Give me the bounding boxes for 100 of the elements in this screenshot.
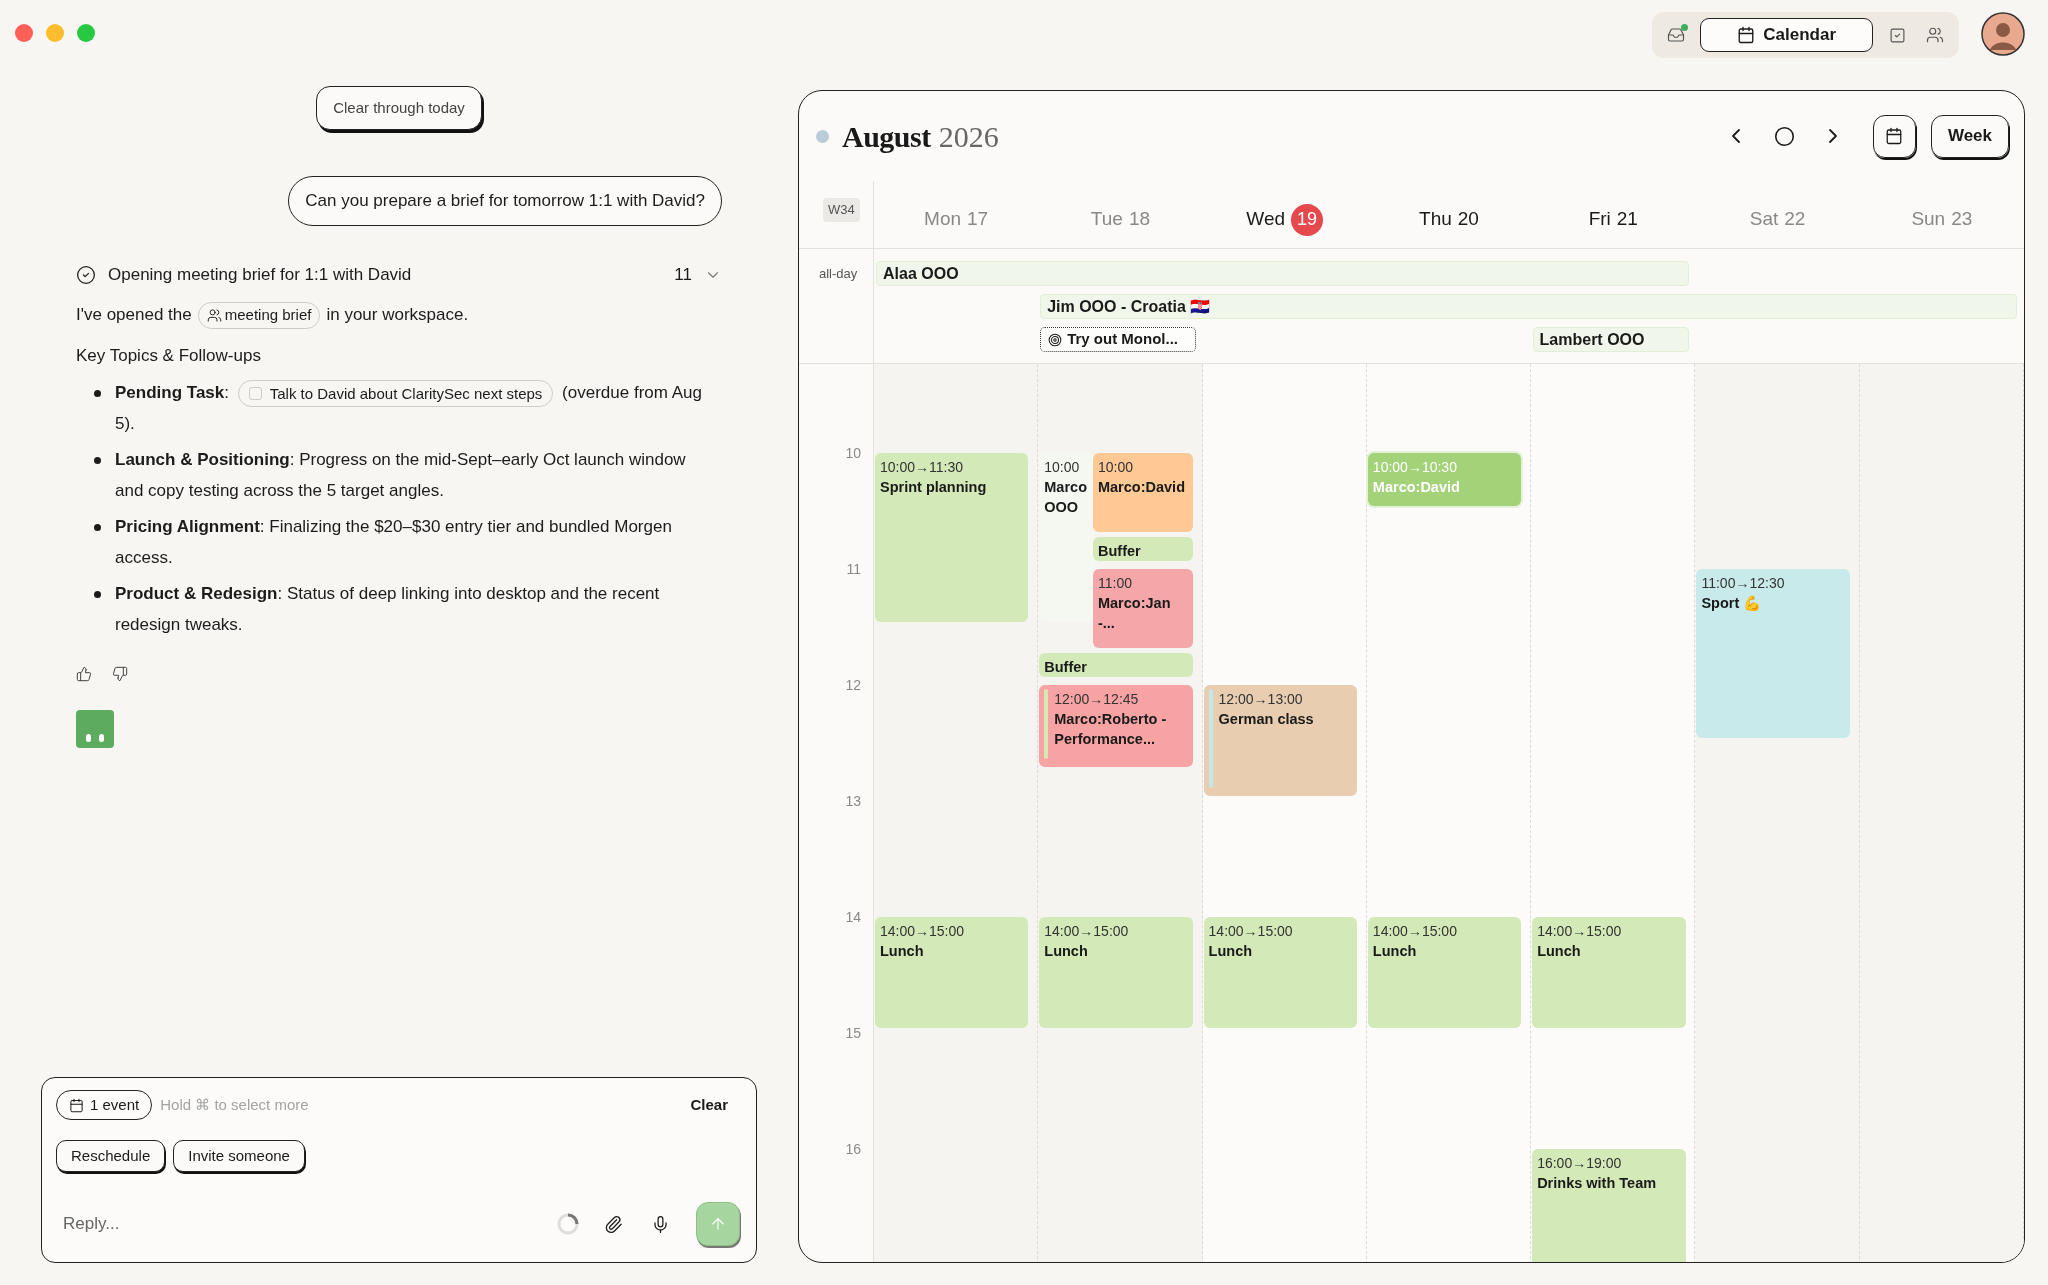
day-header[interactable]: Sun 23 xyxy=(1859,181,2024,248)
event-time: 14:00→15:00 xyxy=(1044,922,1129,941)
thumbs-up-icon[interactable] xyxy=(76,666,92,682)
bullet-icon xyxy=(94,591,101,598)
reply-text: I've opened the xyxy=(76,304,192,327)
date-picker-button[interactable] xyxy=(1872,114,1916,158)
event-title: Lunch xyxy=(880,942,925,961)
people-icon xyxy=(206,307,222,323)
event-title: Lunch xyxy=(1537,942,1582,961)
bullet-icon xyxy=(94,390,101,397)
event-title: Lunch xyxy=(1044,942,1089,961)
user-message: Can you prepare a brief for tomorrow 1:1 with David? xyxy=(288,176,722,226)
event-title: Buffer xyxy=(1044,657,1087,677)
calendar-icon xyxy=(1885,127,1904,145)
event-title: Sport 💪 xyxy=(1701,594,1763,613)
event-title: Marco:David xyxy=(1097,478,1185,497)
event-time: 14:00→15:00 xyxy=(1372,922,1457,941)
all-day-event[interactable]: Lambert OOO xyxy=(1532,327,1689,352)
week-number: W34 xyxy=(823,198,860,222)
event-time: 14:00→15:00 xyxy=(1537,922,1622,941)
paperclip-icon[interactable] xyxy=(604,1214,623,1234)
bullet-text: Product & Redesign: Status of deep linking into desktop and the recent redesign tweaks. xyxy=(115,583,661,636)
event-card[interactable]: 11:00→12:30 Sport 💪 xyxy=(1696,569,1850,738)
calendar-icon xyxy=(1737,26,1756,44)
people-icon xyxy=(1926,26,1944,44)
bullet-text: Pricing Alignment: Finalizing the $20–$30 entry tier and bundled Morgen access. xyxy=(115,516,673,569)
reply-text: in your workspace. xyxy=(326,304,469,327)
event-card[interactable]: 12:00→13:00 German class xyxy=(1203,685,1358,796)
task-checkbox[interactable] xyxy=(248,387,262,400)
avatar[interactable] xyxy=(1981,12,2025,56)
task-event[interactable]: Try out Monol... xyxy=(1040,327,1197,352)
bullet-icon xyxy=(94,524,101,531)
event-time: 10:00 xyxy=(1044,458,1081,477)
event-title: Lunch xyxy=(1208,942,1254,961)
all-day-event[interactable]: Alaa OOO xyxy=(876,261,1689,286)
action-button[interactable]: Invite someone xyxy=(173,1140,305,1172)
event-title: Marco OOO xyxy=(1044,478,1088,517)
bullet-icon xyxy=(94,457,101,464)
checkbox-icon xyxy=(1888,26,1906,44)
event-title: Marco:Jan -... xyxy=(1097,594,1172,633)
selection-hint: Hold ⌘ to select more xyxy=(160,1094,309,1115)
event-card[interactable]: 16:00→19:00 Drinks with Team xyxy=(1532,1149,1686,1262)
thumbs-down-icon[interactable] xyxy=(112,666,128,682)
hour-label: 12 xyxy=(845,676,861,695)
inbox-icon xyxy=(1667,26,1686,44)
reply-field[interactable]: Reply... xyxy=(56,1204,556,1244)
hour-label: 14 xyxy=(845,908,861,927)
buffer-block[interactable]: Buffer xyxy=(1092,536,1193,561)
event-time: 11:00→12:30 xyxy=(1701,574,1785,593)
year-title: 2026 xyxy=(938,118,999,155)
target-icon xyxy=(1048,332,1063,347)
event-card[interactable]: 14:00→15:00 Lunch xyxy=(1039,917,1193,1028)
microphone-icon[interactable] xyxy=(651,1214,670,1234)
day-header[interactable]: Fri 21 xyxy=(1531,181,1696,248)
event-card[interactable]: 14:00→15:00 Lunch xyxy=(875,917,1029,1028)
status-label: Opening meeting brief for 1:1 with David xyxy=(108,264,412,287)
bullet-text: Pending Task: Talk to David about ClaritySec next steps (overdue from Aug 5). xyxy=(115,377,705,439)
event-time: 10:00→11:30 xyxy=(880,458,965,477)
out-of-office-block[interactable]: 10:00 Marco OOO xyxy=(1039,453,1095,622)
action-button[interactable]: Reschedule xyxy=(56,1140,166,1172)
event-card[interactable]: 11:00 Marco:Jan -... xyxy=(1092,569,1193,648)
event-title: Drinks with Team xyxy=(1537,1174,1657,1193)
calendar-icon xyxy=(69,1097,84,1113)
event-time: 10:00→10:30 xyxy=(1372,458,1458,477)
day-header[interactable]: Wed 19 xyxy=(1202,181,1367,248)
today-icon[interactable] xyxy=(1773,125,1795,147)
section-heading: Key Topics & Follow-ups xyxy=(76,345,262,367)
event-time: 16:00→19:00 xyxy=(1537,1154,1623,1173)
event-card[interactable]: 10:00 Marco:David xyxy=(1092,453,1193,532)
event-card[interactable]: 14:00→15:00 Lunch xyxy=(1532,917,1686,1028)
all-day-event[interactable]: Jim OOO - Croatia 🇭🇷 xyxy=(1040,294,2017,319)
event-time: 14:00→15:00 xyxy=(880,922,965,941)
clear-through-today-button[interactable]: Clear through today xyxy=(316,86,482,130)
event-time: 12:00→13:00 xyxy=(1218,690,1304,709)
view-button[interactable]: Week xyxy=(1930,114,2009,158)
hour-label: 11 xyxy=(846,560,861,579)
hour-label: 13 xyxy=(845,792,861,811)
event-title: Lunch xyxy=(1372,942,1418,961)
event-title: Marco:Roberto - Performance... xyxy=(1054,710,1168,749)
clear-button[interactable]: Clear xyxy=(690,1093,728,1117)
event-title: Marco:David xyxy=(1372,478,1460,497)
hour-label: 16 xyxy=(845,1140,861,1159)
hour-label: 15 xyxy=(845,1024,861,1043)
event-card[interactable]: 14:00→15:00 Lunch xyxy=(1203,917,1358,1028)
event-title: Sprint planning xyxy=(880,478,987,497)
bullet-text: Launch & Positioning: Progress on the mid-Sept–early Oct launch window and copy testing across the 5 target angles. xyxy=(115,449,687,502)
all-day-label: all-day xyxy=(819,266,858,281)
event-time: 14:00→15:00 xyxy=(1208,922,1293,941)
event-card[interactable]: 10:00→11:30 Sprint planning xyxy=(875,453,1029,622)
event-time: 11:00 xyxy=(1097,574,1133,593)
day-header[interactable]: Thu 20 xyxy=(1366,181,1532,248)
calendar-tab[interactable]: Calendar xyxy=(1700,18,1873,52)
event-title: Buffer xyxy=(1097,541,1141,561)
spinner-icon xyxy=(556,1212,580,1236)
event-time: 10:00 xyxy=(1097,458,1134,477)
event-card[interactable]: 12:00→12:45 Marco:Roberto - Performance... xyxy=(1039,685,1193,767)
event-card[interactable]: 14:00→15:00 Lunch xyxy=(1367,917,1522,1028)
event-title: German class xyxy=(1218,710,1314,729)
close-window-icon[interactable] xyxy=(15,24,33,42)
buffer-block[interactable]: Buffer xyxy=(1039,652,1193,677)
